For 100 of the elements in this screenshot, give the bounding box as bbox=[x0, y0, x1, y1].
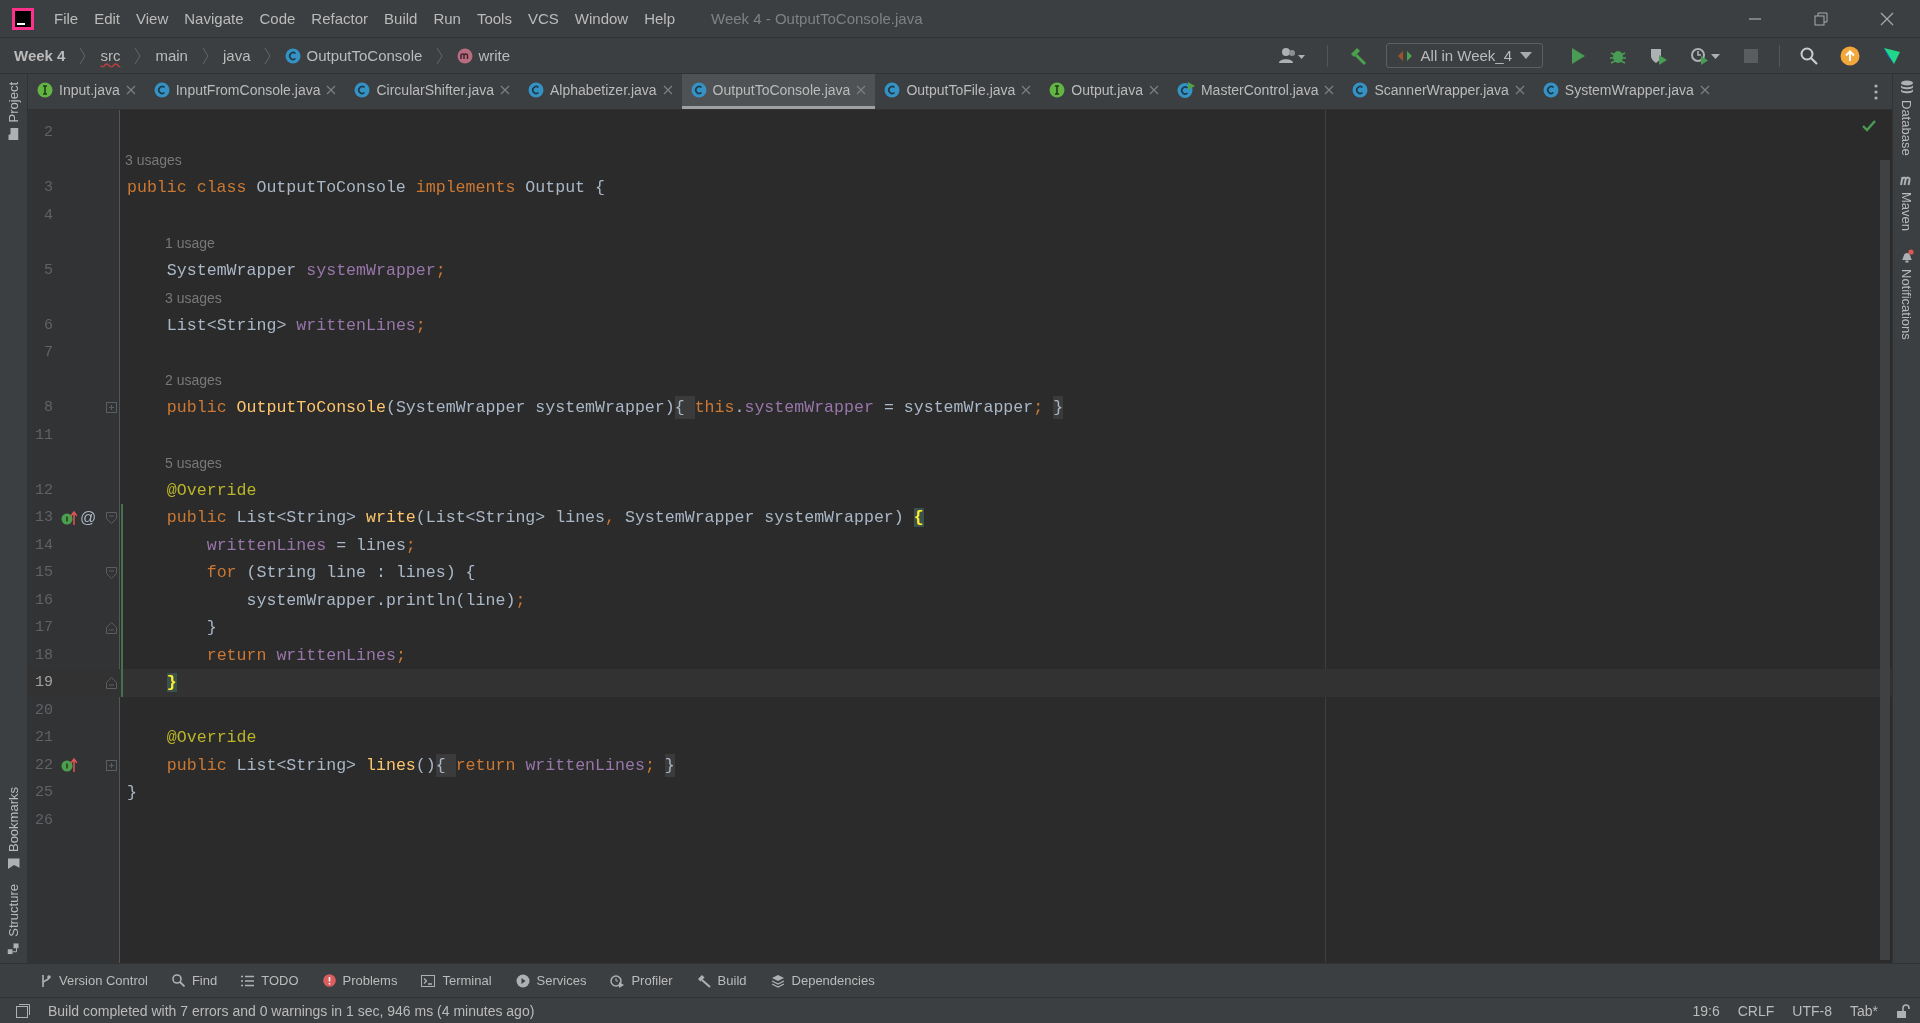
menu-item[interactable]: Help bbox=[644, 10, 676, 27]
tool-window-button[interactable]: Profiler bbox=[610, 973, 673, 988]
close-icon[interactable] bbox=[1021, 85, 1032, 95]
usages-hint[interactable]: 3 usages bbox=[125, 152, 182, 169]
editor-tab[interactable]: InputFromConsole.java bbox=[144, 74, 346, 109]
close-icon[interactable] bbox=[856, 85, 867, 95]
tool-window-tab[interactable]: Bookmarks bbox=[6, 787, 21, 871]
usages-hint[interactable]: 3 usages bbox=[165, 289, 222, 306]
line-number: 19 bbox=[34, 674, 53, 692]
tool-window-button[interactable]: TODO bbox=[241, 973, 299, 988]
stop-icon[interactable] bbox=[1743, 47, 1759, 64]
status-item[interactable]: Tab* bbox=[1849, 1002, 1878, 1019]
lock-icon[interactable] bbox=[1896, 1003, 1910, 1018]
status-message[interactable]: Build completed with 7 errors and 0 warnings in 1 sec, 946 ms (4 minutes ago) bbox=[48, 1002, 535, 1019]
menu-item[interactable]: Edit bbox=[94, 10, 121, 27]
editor-tab[interactable]: Output.java bbox=[1040, 74, 1168, 109]
tool-window-button[interactable]: Problems bbox=[322, 973, 398, 988]
editor-tab[interactable]: Alphabetizer.java bbox=[518, 74, 682, 109]
expand-icon[interactable] bbox=[105, 402, 117, 414]
tool-window-tab[interactable]: Project bbox=[6, 82, 21, 140]
breadcrumb[interactable]: OutputToConsole bbox=[285, 47, 423, 64]
close-icon[interactable] bbox=[662, 85, 673, 95]
chevron-icon bbox=[79, 46, 87, 65]
tool-window-button[interactable]: Dependencies bbox=[770, 973, 875, 988]
class-icon bbox=[527, 82, 544, 98]
error-icon bbox=[322, 974, 336, 987]
tool-window-tab[interactable]: Notifications bbox=[1899, 248, 1914, 340]
search-icon[interactable] bbox=[1800, 46, 1818, 65]
editor-tab[interactable]: CircularShifter.java bbox=[345, 74, 519, 109]
menu-item[interactable]: Window bbox=[574, 10, 629, 27]
class-icon bbox=[690, 82, 707, 98]
menu-item[interactable]: File bbox=[54, 10, 79, 27]
gutter-marker[interactable]: @ bbox=[80, 508, 97, 527]
fold-icon[interactable] bbox=[105, 676, 117, 689]
editor-tab[interactable]: OutputToFile.java bbox=[875, 74, 1041, 109]
editor-tab[interactable]: SystemWrapper.java bbox=[1533, 74, 1719, 109]
menu-item[interactable]: Refactor bbox=[311, 10, 369, 27]
plugin-logo-icon[interactable] bbox=[1882, 45, 1902, 66]
tool-window-button[interactable]: Find bbox=[171, 973, 218, 988]
tool-window-tab[interactable]: Maven bbox=[1899, 173, 1914, 231]
menu-item[interactable]: Navigate bbox=[184, 10, 244, 27]
close-icon[interactable] bbox=[326, 85, 337, 95]
panel-toggle-icon[interactable] bbox=[16, 1003, 30, 1018]
fold-icon[interactable] bbox=[105, 566, 117, 579]
editor-tab[interactable]: ScannerWrapper.java bbox=[1343, 74, 1534, 109]
implements-icon[interactable] bbox=[61, 757, 77, 774]
breadcrumb[interactable]: src bbox=[100, 47, 121, 64]
usages-hint[interactable]: 2 usages bbox=[165, 372, 222, 389]
breadcrumb[interactable]: main bbox=[155, 47, 188, 64]
hammer-icon bbox=[696, 973, 711, 988]
close-icon[interactable] bbox=[1514, 85, 1525, 95]
bookmark-icon bbox=[7, 858, 20, 870]
editor-tab[interactable]: OutputToConsole.java bbox=[681, 74, 876, 109]
menu-item[interactable]: Tools bbox=[476, 10, 512, 27]
fold-icon[interactable] bbox=[105, 621, 117, 634]
menu-item[interactable]: Code bbox=[259, 10, 296, 27]
breadcrumb[interactable]: write bbox=[457, 47, 511, 64]
tool-window-button[interactable]: Terminal bbox=[421, 973, 492, 988]
run-icon[interactable] bbox=[1569, 46, 1587, 65]
close-icon[interactable] bbox=[125, 85, 136, 95]
tool-window-tab[interactable]: Structure bbox=[6, 884, 21, 955]
usages-hint[interactable]: 1 usage bbox=[165, 234, 215, 251]
close-icon[interactable] bbox=[1880, 11, 1894, 26]
menu-item[interactable]: VCS bbox=[527, 10, 559, 27]
run-configuration-dropdown[interactable]: All in Week_4 bbox=[1385, 43, 1543, 68]
usages-hint[interactable]: 5 usages bbox=[165, 454, 222, 471]
expand-icon[interactable] bbox=[105, 759, 117, 771]
close-icon[interactable] bbox=[1324, 85, 1335, 95]
code-line: } bbox=[205, 618, 217, 638]
gauge-icon bbox=[610, 973, 625, 988]
coverage-icon[interactable] bbox=[1649, 46, 1669, 65]
close-icon[interactable] bbox=[499, 85, 510, 95]
close-icon[interactable] bbox=[1699, 85, 1710, 95]
tool-window-button[interactable]: Build bbox=[696, 973, 747, 988]
profiler-icon[interactable] bbox=[1691, 46, 1721, 65]
editor-tab[interactable]: MasterControl.java bbox=[1167, 74, 1344, 109]
breadcrumb[interactable]: java bbox=[222, 47, 251, 64]
menu-item[interactable]: Run bbox=[433, 10, 461, 27]
tool-window-tab[interactable]: Database bbox=[1899, 80, 1914, 156]
implements-icon[interactable] bbox=[61, 509, 77, 526]
code-line: @Override bbox=[165, 728, 257, 748]
editor-tab[interactable]: Input.java bbox=[28, 74, 145, 109]
status-item[interactable]: CRLF bbox=[1737, 1002, 1775, 1019]
status-item[interactable]: 19:6 bbox=[1692, 1002, 1720, 1019]
close-icon[interactable] bbox=[1148, 85, 1159, 95]
update-icon[interactable] bbox=[1840, 45, 1860, 66]
window-title: Week 4 - OutputToConsole.java bbox=[711, 10, 923, 27]
restore-icon[interactable] bbox=[1814, 11, 1828, 26]
more-icon[interactable] bbox=[1874, 83, 1878, 100]
status-item[interactable]: UTF-8 bbox=[1792, 1002, 1832, 1019]
fold-icon[interactable] bbox=[105, 511, 117, 524]
menu-item[interactable]: Build bbox=[384, 10, 418, 27]
tool-window-button[interactable]: Services bbox=[515, 973, 587, 988]
user-icon[interactable] bbox=[1278, 46, 1307, 65]
code-line: public List<String> write(List<String> lines, SystemWrapper systemWrapper) { bbox=[165, 508, 924, 528]
code-line: public List<String> lines(){ return writtenLines; } bbox=[165, 755, 675, 775]
breadcrumb[interactable]: Week 4 bbox=[14, 47, 66, 64]
menu-item[interactable]: View bbox=[136, 10, 169, 27]
tool-window-button[interactable]: Version Control bbox=[40, 973, 148, 988]
interface-icon bbox=[1049, 82, 1066, 98]
